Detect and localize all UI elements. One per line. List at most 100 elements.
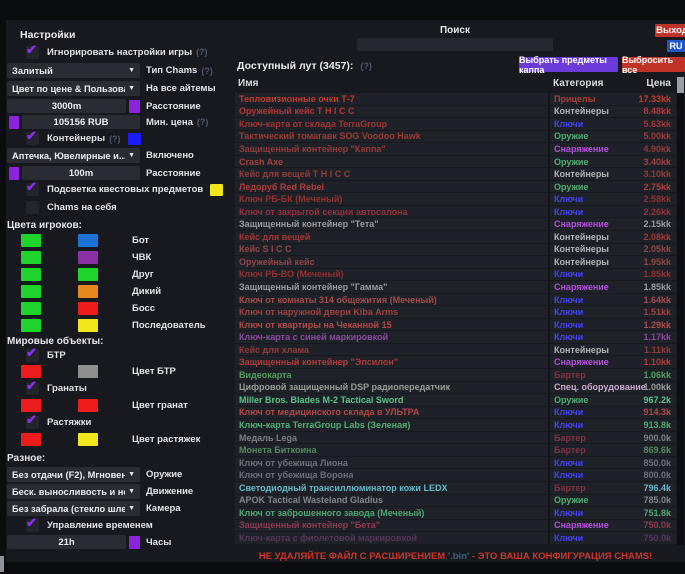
item-price: 3.10kk (643, 169, 671, 179)
color-swatch[interactable] (21, 268, 41, 281)
distance2-input[interactable]: 100m (22, 166, 140, 180)
color-swatch[interactable] (129, 536, 140, 549)
item-price: 1.06kk (643, 370, 671, 380)
table-row[interactable]: Ключ-карта от склада TerraGroupКлючи5.63… (235, 118, 676, 130)
item-category: Снаряжение (554, 144, 609, 154)
table-row[interactable]: Медаль LegaБартер900.0k (235, 432, 676, 444)
color-swatch[interactable] (9, 116, 19, 129)
color-swatch[interactable] (21, 251, 41, 264)
color-swatch[interactable] (78, 365, 98, 378)
table-row[interactable]: Защищенный контейнер "Бета"Снаряжение750… (235, 520, 676, 532)
drop-all-button[interactable]: Выбросить все (622, 57, 685, 72)
table-row[interactable]: Ключ от наружной двери Kiba ArmsКлючи1.5… (235, 306, 676, 318)
color-swatch[interactable] (78, 302, 98, 315)
table-row[interactable]: Ключ от медицинского склада в УЛЬТРАКлюч… (235, 407, 676, 419)
table-row[interactable]: Ключ от комнаты 314 общежития (Меченый)К… (235, 294, 676, 306)
item-price: 967.2k (643, 395, 671, 405)
color-swatch[interactable] (21, 365, 41, 378)
select-kappa-items-button[interactable]: Выбрать предметы каппа (519, 57, 618, 72)
color-swatch[interactable] (21, 302, 41, 315)
table-row[interactable]: Ключ-карта с синей маркировкойКлючи1.17k… (235, 331, 676, 343)
self-chams-checkbox[interactable] (26, 201, 39, 214)
checkbox-label: Chams на себя (47, 202, 117, 213)
color-swatch[interactable] (21, 433, 41, 446)
color-swatch[interactable] (129, 100, 140, 113)
color-swatch[interactable] (78, 234, 98, 247)
table-row[interactable]: Ключ от убежища ЛионаКлючи850.0k (235, 457, 676, 469)
color-swatch[interactable] (21, 399, 41, 412)
table-row[interactable]: Ключ РБ-ВО (Меченый)Ключи1.85kk (235, 269, 676, 281)
table-row[interactable]: ВидеокартаБартер1.06kk (235, 369, 676, 381)
quest-highlight-checkbox[interactable] (26, 183, 39, 196)
exit-button[interactable]: Выход (655, 24, 685, 37)
time-control-checkbox[interactable] (26, 519, 39, 532)
table-row[interactable]: Оружейный кейсКонтейнеры1.95kk (235, 256, 676, 268)
item-name: Светодиодный трансиллюминатор кожи LEDX (235, 483, 447, 493)
table-row[interactable]: Ключ от убежища ВоронаКлючи800.0k (235, 469, 676, 481)
color-swatch[interactable] (78, 251, 98, 264)
table-row[interactable]: Crash AxeОружие3.40kk (235, 156, 676, 168)
table-row[interactable]: Тактический томагавк SOG Voodoo HawkОруж… (235, 131, 676, 143)
color-swatch[interactable] (78, 433, 98, 446)
table-row[interactable]: Кейс для хламаКонтейнеры1.11kk (235, 344, 676, 356)
color-swatch[interactable] (78, 399, 98, 412)
table-row[interactable]: Ключ от квартиры на Чеканной 15Ключи1.29… (235, 319, 676, 331)
table-row[interactable]: Защищенный контейнер "Каппа"Снаряжение4.… (235, 143, 676, 155)
color-swatch[interactable] (210, 184, 223, 196)
table-row[interactable]: Ключ-карта TerraGroup Labs (Зеленая)Ключ… (235, 419, 676, 431)
tripwires-checkbox[interactable] (26, 416, 39, 429)
min-price-input[interactable]: 105156 RUB (22, 115, 140, 129)
item-category: Контейнеры (554, 257, 609, 267)
row-label: ЧВК (132, 252, 151, 263)
movement-dropdown[interactable]: Беск. выносливость и нет уста ▼ (7, 484, 140, 499)
color-swatch[interactable] (21, 285, 41, 298)
distance-input[interactable]: 3000m (7, 99, 126, 113)
color-swatch[interactable] (78, 319, 98, 332)
language-button[interactable]: RU (667, 40, 685, 52)
table-row[interactable]: Ключ РБ-БК (Меченый)Ключи2.58kk (235, 193, 676, 205)
search-input[interactable] (357, 38, 553, 51)
table-row[interactable]: Кейс для вещейКонтейнеры2.08kk (235, 231, 676, 243)
color-swatch[interactable] (78, 285, 98, 298)
table-row[interactable]: Светодиодный трансиллюминатор кожи LEDXБ… (235, 482, 676, 494)
chevron-down-icon: ▼ (128, 67, 135, 74)
grenades-checkbox[interactable] (26, 382, 39, 395)
table-row[interactable]: APOK Tactical Wasteland GladiusОружие785… (235, 495, 676, 507)
hours-input[interactable]: 21h (7, 535, 126, 549)
table-row[interactable]: Кейс для вещей T H I C CКонтейнеры3.10kk (235, 168, 676, 180)
item-category: Ключи (554, 207, 583, 217)
scrollbar-thumb[interactable] (677, 77, 684, 93)
table-row[interactable]: Оружейный кейс T H I C CКонтейнеры8.48kk (235, 106, 676, 118)
included-items-dropdown[interactable]: Аптечка, Ювелирные и... ▼ (7, 148, 140, 163)
ignore-game-settings-checkbox[interactable] (26, 46, 39, 59)
camera-dropdown[interactable]: Без забрала (стекло шлема) ▼ (7, 501, 140, 516)
color-swatch[interactable] (21, 234, 41, 247)
color-swatch[interactable] (78, 268, 98, 281)
item-category: Контейнеры (554, 244, 609, 254)
table-row[interactable]: Ледоруб Red RebelОружие2.75kk (235, 181, 676, 193)
color-swatch[interactable] (21, 319, 41, 332)
side-tab[interactable] (0, 556, 4, 572)
table-row[interactable]: Защищенный контейнер "Гамма"Снаряжение1.… (235, 281, 676, 293)
table-row[interactable]: Ключ-карта с фиолетовой маркировкойКлючи… (235, 532, 676, 544)
scrollbar-track[interactable] (677, 77, 684, 545)
color-swatch[interactable] (9, 167, 19, 180)
table-row[interactable]: Кейс S I C CКонтейнеры2.05kk (235, 244, 676, 256)
table-row[interactable]: Защищенный контейнер "Тета"Снаряжение2.1… (235, 218, 676, 230)
table-row[interactable]: Miller Bros. Blades M-2 Tactical SwordОр… (235, 394, 676, 406)
table-row[interactable]: Ключ от заброшенного завода (Меченый)Клю… (235, 507, 676, 519)
table-row[interactable]: Тепловизионные очки Т-7Прицелы17.33kk (235, 93, 676, 105)
table-row[interactable]: Защищенный контейнер "Эпсилон"Снаряжение… (235, 356, 676, 368)
table-row[interactable]: Монета БиткоинаБартер869.6k (235, 444, 676, 456)
column-header-category: Категория (553, 78, 603, 89)
weapon-dropdown[interactable]: Без отдачи (F2), Мгновенное п ▼ (7, 467, 140, 482)
color-swatch[interactable] (128, 133, 141, 145)
table-row[interactable]: Цифровой защищенный DSP радиопередатчикС… (235, 382, 676, 394)
btr-checkbox[interactable] (26, 349, 39, 362)
table-row[interactable]: Ключ от закрытой секции автосалонаКлючи2… (235, 206, 676, 218)
dropdown-value: Аптечка, Ювелирные и... (12, 151, 125, 161)
chams-type-dropdown[interactable]: Залитый ▼ (7, 63, 140, 78)
containers-checkbox[interactable] (26, 132, 39, 145)
help-icon: (?) (196, 47, 208, 57)
color-mode-dropdown[interactable]: Цвет по цене & Пользователь ▼ (7, 81, 140, 96)
